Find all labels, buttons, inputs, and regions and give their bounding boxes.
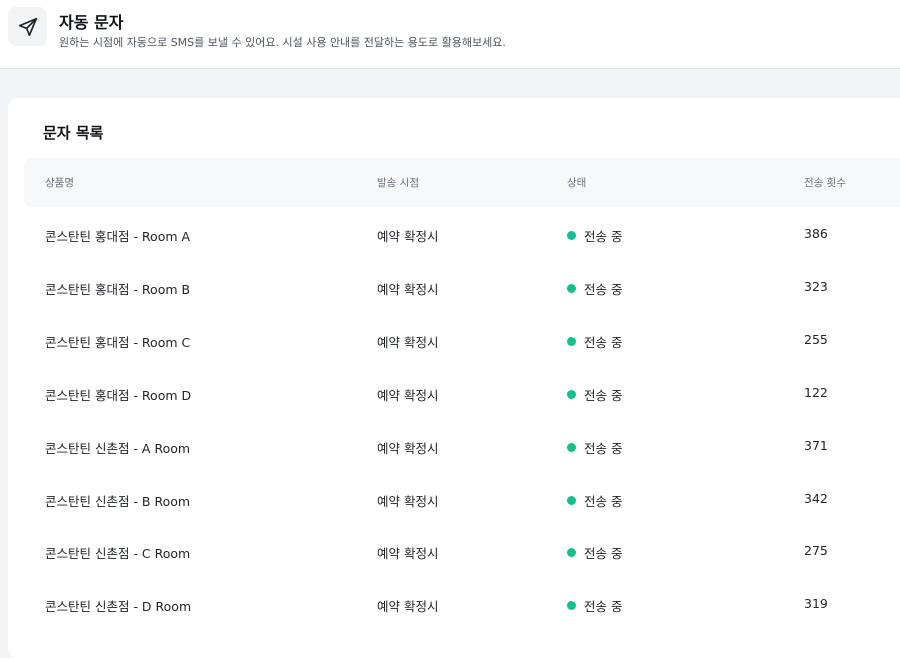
status-badge: 전송 중 (567, 332, 622, 351)
column-header-status: 상태 (567, 177, 587, 189)
table-row[interactable]: 콘스탄틴 신촌점 - D Room 예약 확정시 전송 중 319 (24, 578, 900, 631)
send-timing: 예약 확정시 (377, 229, 439, 244)
status-badge: 전송 중 (567, 543, 622, 562)
product-name: 콘스탄틴 신촌점 - C Room (45, 546, 191, 562)
status-text: 전송 중 (584, 440, 623, 456)
send-timing: 예약 확정시 (377, 281, 439, 297)
status-badge: 전송 중 (567, 279, 622, 298)
send-count: 275 (804, 543, 828, 559)
send-timing: 예약 확정시 (377, 440, 439, 456)
page-subtitle: 원하는 시점에 자동으로 SMS를 보낼 수 있어요. 시설 사용 안내를 전달… (59, 36, 506, 49)
status-badge: 전송 중 (567, 438, 622, 457)
status-text: 전송 중 (584, 493, 623, 509)
send-count: 386 (804, 226, 828, 241)
status-dot-icon (567, 495, 576, 505)
status-dot-icon (567, 548, 576, 558)
status-text: 전송 중 (584, 387, 623, 403)
send-timing: 예약 확정시 (377, 334, 439, 350)
table-header: 상품명 발송 시점 상태 전송 횟수 (24, 158, 900, 207)
product-name: 콘스탄틴 홍대점 - Room C (45, 334, 191, 350)
send-timing: 예약 확정시 (377, 546, 439, 562)
status-text: 전송 중 (584, 334, 623, 350)
status-text: 전송 중 (584, 229, 623, 244)
message-list-card: 문자 목록 상품명 발송 시점 상태 전송 횟수 콘스탄틴 홍대점 - Room… (8, 98, 900, 658)
column-header-product: 상품명 (45, 177, 74, 189)
send-timing: 예약 확정시 (377, 599, 439, 615)
table-row[interactable]: 콘스탄틴 신촌점 - A Room 예약 확정시 전송 중 371 (24, 420, 900, 473)
send-count: 342 (804, 490, 828, 506)
product-name: 콘스탄틴 홍대점 - Room D (45, 387, 192, 403)
page-header: 자동 문자 원하는 시점에 자동으로 SMS를 보낼 수 있어요. 시설 사용 … (0, 0, 900, 69)
table-row[interactable]: 콘스탄틴 홍대점 - Room D 예약 확정시 전송 중 122 (24, 367, 900, 420)
status-badge: 전송 중 (567, 385, 622, 404)
status-text: 전송 중 (584, 546, 623, 562)
status-dot-icon (567, 442, 576, 452)
header-icon-box (8, 7, 47, 46)
table-row[interactable]: 콘스탄틴 홍대점 - Room C 예약 확정시 전송 중 255 (24, 314, 900, 367)
product-name: 콘스탄틴 홍대점 - Room A (45, 229, 191, 244)
status-text: 전송 중 (584, 281, 623, 297)
product-name: 콘스탄틴 홍대점 - Room B (45, 281, 191, 297)
send-count: 122 (804, 384, 828, 400)
status-badge: 전송 중 (567, 226, 622, 245)
status-text: 전송 중 (584, 599, 623, 615)
status-dot-icon (567, 336, 576, 346)
status-badge: 전송 중 (567, 491, 622, 510)
product-name: 콘스탄틴 신촌점 - B Room (45, 493, 191, 509)
send-timing: 예약 확정시 (377, 493, 439, 509)
table-row[interactable]: 콘스탄틴 신촌점 - C Room 예약 확정시 전송 중 275 (24, 525, 900, 578)
product-name: 콘스탄틴 신촌점 - A Room (45, 440, 191, 456)
column-header-count: 전송 횟수 (804, 177, 846, 189)
page-title: 자동 문자 (59, 13, 124, 32)
send-count: 323 (804, 278, 828, 294)
send-timing: 예약 확정시 (377, 387, 439, 403)
table-row[interactable]: 콘스탄틴 신촌점 - B Room 예약 확정시 전송 중 342 (24, 473, 900, 526)
status-dot-icon (567, 231, 576, 240)
send-count: 255 (804, 331, 828, 347)
table-row[interactable]: 콘스탄틴 홍대점 - Room B 예약 확정시 전송 중 323 (24, 261, 900, 314)
list-title: 문자 목록 (43, 124, 104, 142)
status-dot-icon (567, 389, 576, 399)
status-dot-icon (567, 601, 576, 611)
status-dot-icon (567, 283, 576, 293)
table-row[interactable]: 콘스탄틴 홍대점 - Room A 예약 확정시 전송 중 386 (24, 208, 900, 261)
paper-plane-icon (18, 17, 37, 36)
status-badge: 전송 중 (567, 596, 622, 615)
product-name: 콘스탄틴 신촌점 - D Room (45, 599, 192, 615)
column-header-timing: 발송 시점 (377, 177, 419, 189)
send-count: 371 (804, 437, 828, 453)
send-count: 319 (804, 596, 828, 612)
